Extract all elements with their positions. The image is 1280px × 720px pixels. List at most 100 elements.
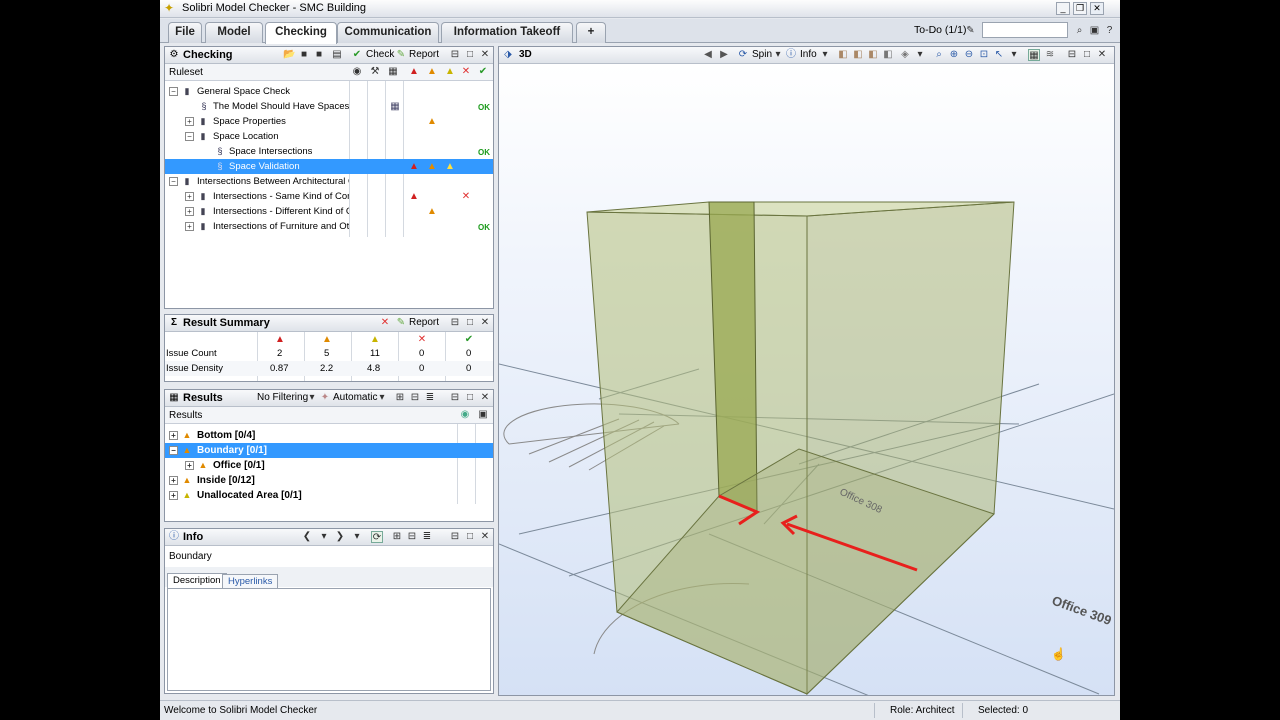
search-input[interactable] — [982, 22, 1068, 38]
expand-icon[interactable]: + — [169, 491, 178, 500]
box-icon[interactable]: ◧ — [882, 49, 894, 61]
tab-hyperlinks[interactable]: Hyperlinks — [222, 574, 279, 589]
add-tab-button[interactable]: + — [576, 22, 606, 43]
collapse-all-icon[interactable]: ⊟ — [409, 392, 421, 404]
result-item[interactable]: + ▲ Bottom [0/4] — [165, 428, 493, 443]
chevron-down-icon[interactable]: ▾ — [914, 49, 926, 61]
expand-icon[interactable]: + — [185, 222, 194, 231]
save-icon[interactable]: ▣ — [1088, 24, 1101, 37]
panel-maximize-icon[interactable]: □ — [464, 392, 476, 404]
ruleset-row[interactable]: − ▮ Space Location — [165, 129, 493, 144]
panel-restore-icon[interactable]: ⊟ — [449, 531, 461, 543]
close-window-button[interactable]: ✕ — [1090, 2, 1104, 15]
open-folder-icon[interactable]: 📂 — [283, 49, 295, 61]
summary-report-button[interactable]: Report — [409, 317, 439, 328]
chevron-down-icon[interactable]: ▾ — [306, 392, 318, 404]
tab-file[interactable]: File — [168, 22, 202, 43]
find-icon[interactable]: ⌕ — [1073, 24, 1086, 37]
description-area[interactable] — [167, 588, 491, 691]
report-icon[interactable]: ✎ — [395, 49, 407, 61]
collapse-icon[interactable]: − — [185, 132, 194, 141]
panel-close-icon[interactable]: ✕ — [479, 317, 491, 329]
tab-information-takeoff[interactable]: Information Takeoff — [441, 22, 573, 43]
info-icon[interactable]: ⓘ — [785, 49, 797, 61]
check-icon[interactable]: ✔ — [351, 49, 363, 61]
print-icon[interactable]: ▤ — [331, 49, 343, 61]
chevron-down-icon[interactable]: ▾ — [318, 531, 330, 543]
expand-icon[interactable]: + — [185, 461, 194, 470]
panel-restore-icon[interactable]: ⊟ — [449, 392, 461, 404]
chevron-down-icon[interactable]: ▾ — [1008, 49, 1020, 61]
expand-all-icon[interactable]: ⊞ — [391, 531, 403, 543]
chevron-down-icon[interactable]: ▾ — [376, 392, 388, 404]
box-icon[interactable]: ◧ — [867, 49, 879, 61]
redo-view-icon[interactable]: ▶ — [718, 49, 730, 61]
ruleset-row[interactable]: + ▮ Space Properties ▲ — [165, 114, 493, 129]
panel-maximize-icon[interactable]: □ — [1081, 49, 1093, 61]
disk-icon[interactable]: ■ — [298, 49, 310, 61]
collapse-icon[interactable]: − — [169, 87, 178, 96]
box-icon[interactable]: ◧ — [837, 49, 849, 61]
ruleset-row[interactable]: + ▮ Intersections - Different Kind of C … — [165, 204, 493, 219]
list-view-icon[interactable]: ≣ — [424, 392, 436, 404]
spin-icon[interactable]: ⟳ — [737, 49, 749, 61]
help-icon[interactable]: ? — [1103, 24, 1116, 37]
expand-all-icon[interactable]: ⊞ — [394, 392, 406, 404]
layout-icon[interactable]: ▦ — [1028, 49, 1040, 61]
chevron-down-icon[interactable]: ▾ — [819, 49, 831, 61]
tab-description[interactable]: Description — [167, 573, 227, 588]
report-icon[interactable]: ✎ — [395, 317, 407, 329]
zoom-icon[interactable]: ⌕ — [933, 49, 945, 61]
tab-checking[interactable]: Checking — [265, 22, 337, 44]
undo-view-icon[interactable]: ◀ — [702, 49, 714, 61]
filter-dropdown[interactable]: No Filtering — [257, 392, 308, 403]
ruleset-row[interactable]: − ▮ General Space Check — [165, 84, 493, 99]
collapse-icon[interactable]: − — [169, 177, 178, 186]
ruleset-row-selected[interactable]: § Space Validation ▲ ▲ ▲ — [165, 159, 493, 174]
result-item[interactable]: + ▲ Unallocated Area [0/1] — [165, 488, 493, 503]
filter-clear-icon[interactable]: ✕ — [379, 317, 391, 329]
todo-edit-icon[interactable]: ✎ — [964, 24, 977, 37]
panel-maximize-icon[interactable]: □ — [464, 49, 476, 61]
maximize-button[interactable]: ❐ — [1073, 2, 1087, 15]
chevron-down-icon[interactable]: ▾ — [772, 49, 784, 61]
select-arrow-icon[interactable]: ↖ — [993, 49, 1005, 61]
visibility-icon[interactable]: ◈ — [899, 49, 911, 61]
result-item[interactable]: + ▲ Inside [0/12] — [165, 473, 493, 488]
3d-scene[interactable]: Office 308 Office 309 ☝ — [498, 64, 1115, 705]
zoom-extents-icon[interactable]: ⊡ — [978, 49, 990, 61]
zoom-in-icon[interactable]: ⊕ — [948, 49, 960, 61]
info-dropdown[interactable]: Info — [800, 49, 817, 60]
panel-restore-icon[interactable]: ⊟ — [449, 317, 461, 329]
todo-label[interactable]: To-Do (1/1) — [914, 24, 967, 36]
expand-icon[interactable]: + — [169, 431, 178, 440]
minimize-button[interactable]: _ — [1056, 2, 1070, 15]
result-item-selected[interactable]: − ▲ Boundary [0/1] — [165, 443, 493, 458]
panel-maximize-icon[interactable]: □ — [464, 531, 476, 543]
collapse-all-icon[interactable]: ⊟ — [406, 531, 418, 543]
tab-model[interactable]: Model — [205, 22, 263, 43]
expand-icon[interactable]: + — [185, 192, 194, 201]
chevron-down-icon[interactable]: ▾ — [351, 531, 363, 543]
box-icon[interactable]: ◧ — [852, 49, 864, 61]
panel-maximize-icon[interactable]: □ — [464, 317, 476, 329]
ruleset-row[interactable]: + ▮ Intersections of Furniture and Oth O… — [165, 219, 493, 234]
tab-communication[interactable]: Communication — [337, 22, 439, 43]
mode-dropdown[interactable]: Automatic — [333, 392, 377, 403]
back-icon[interactable]: ❮ — [301, 531, 313, 543]
forward-icon[interactable]: ❯ — [334, 531, 346, 543]
ruleset-row[interactable]: § The Model Should Have Spaces ▦ OK — [165, 99, 493, 114]
report-button[interactable]: Report — [409, 49, 439, 60]
ruleset-row[interactable]: − ▮ Intersections Between Architectural … — [165, 174, 493, 189]
panel-restore-icon[interactable]: ⊟ — [1066, 49, 1078, 61]
expand-icon[interactable]: + — [169, 476, 178, 485]
layers-icon[interactable]: ≋ — [1044, 49, 1056, 61]
disk-alt-icon[interactable]: ■ — [313, 49, 325, 61]
sync-icon[interactable]: ⟳ — [371, 531, 383, 543]
panel-close-icon[interactable]: ✕ — [1096, 49, 1108, 61]
check-button[interactable]: Check — [366, 49, 394, 60]
result-item[interactable]: + ▲ Office [0/1] — [165, 458, 493, 473]
panel-close-icon[interactable]: ✕ — [479, 531, 491, 543]
collapse-icon[interactable]: − — [169, 446, 178, 455]
ruleset-row[interactable]: + ▮ Intersections - Same Kind of Comp ▲ … — [165, 189, 493, 204]
